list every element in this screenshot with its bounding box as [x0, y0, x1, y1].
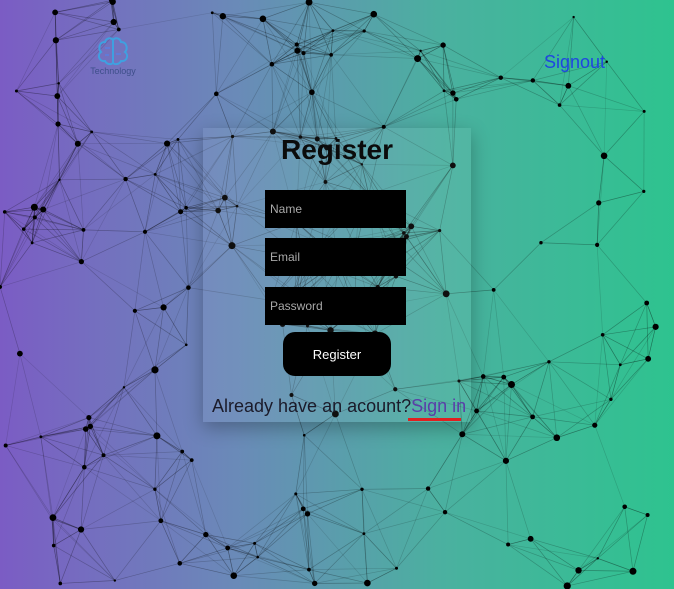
name-field[interactable]	[265, 190, 406, 228]
signin-link[interactable]: Sign in	[411, 396, 466, 416]
email-field[interactable]	[265, 238, 406, 276]
logo: Technology	[88, 34, 138, 90]
account-prompt: Already have an acount?Sign in	[212, 396, 466, 417]
register-button[interactable]: Register	[283, 332, 391, 376]
page-title: Register	[280, 134, 394, 165]
brain-logo-icon	[97, 37, 129, 66]
signout-link[interactable]: Signout	[544, 52, 605, 73]
signin-underline	[408, 418, 461, 421]
logo-text: Technology	[90, 66, 136, 76]
password-field[interactable]	[265, 287, 406, 325]
account-prompt-text: Already have an acount?	[212, 396, 412, 416]
